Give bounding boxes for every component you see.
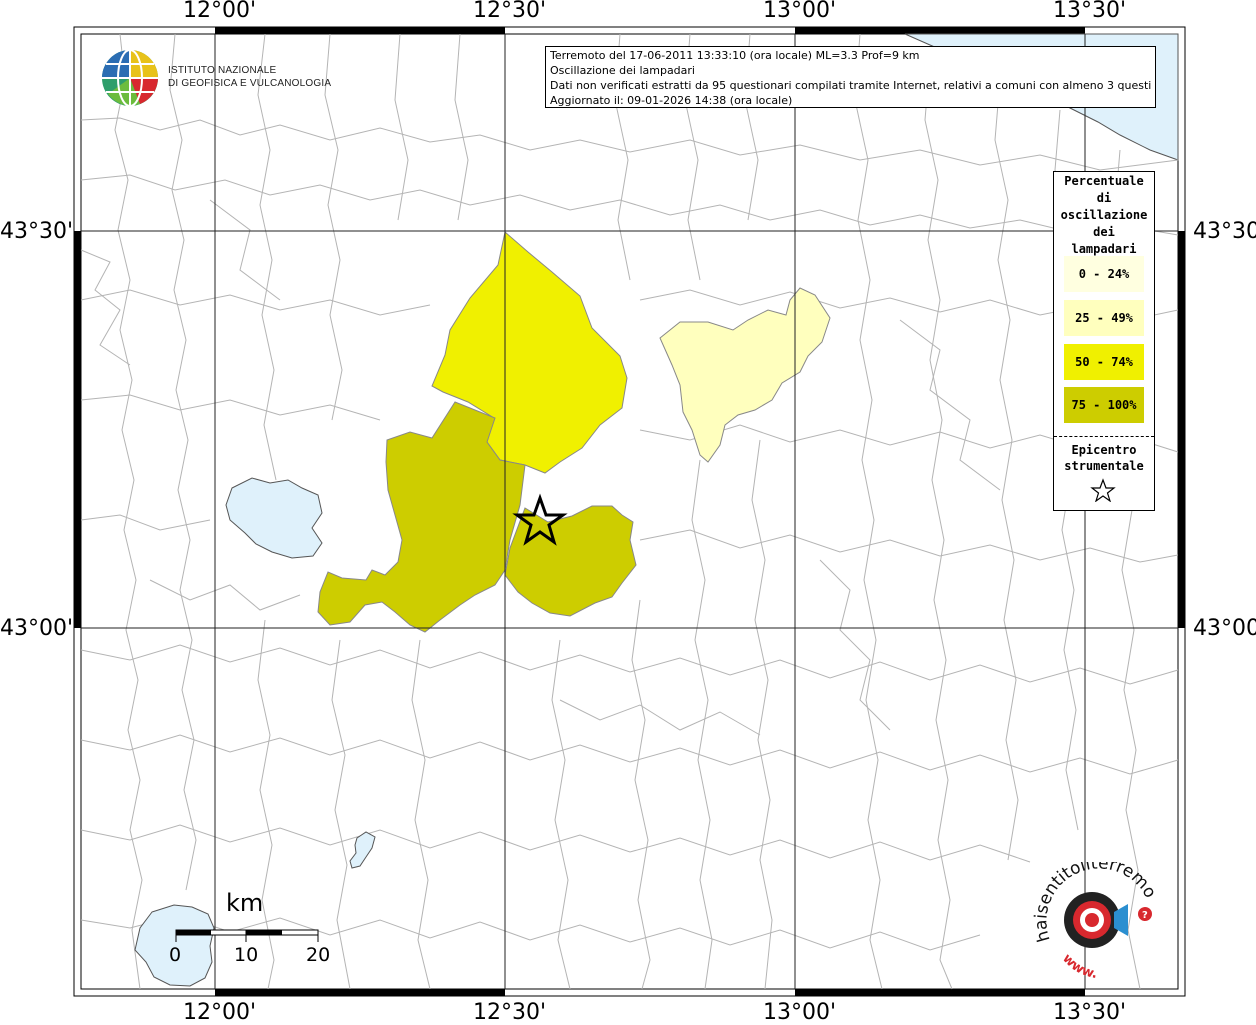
legend-title-line: Percentuale [1064, 174, 1144, 188]
legend-separator [1054, 436, 1154, 437]
site-logo-prefix: www. [1059, 951, 1098, 982]
scale-title: km [226, 889, 264, 917]
legend-class-0-24: 0 - 24% [1064, 256, 1144, 292]
event-info-box: Terremoto del 17-06-2011 13:33:10 (ora l… [545, 46, 1156, 108]
scale-label-0: 0 [169, 944, 182, 966]
legend-title-line: di [1096, 191, 1112, 205]
legend-epicenter-line: Epicentro [1071, 443, 1137, 457]
ingv-name-line2: DI GEOFISICA E VULCANOLOGIA [168, 78, 332, 89]
haisentito-logo-icon: haisentitoilterremoto.it www. ? [1030, 862, 1160, 982]
legend: Percentuale di oscillazione dei lampadar… [1053, 171, 1155, 511]
legend-class-50-74: 50 - 74% [1064, 344, 1144, 380]
ingv-name: ISTITUTO NAZIONALE DI GEOFISICA E VULCAN… [168, 64, 331, 90]
legend-class-75-100: 75 - 100% [1064, 387, 1144, 423]
data-note: Dati non verificati estratti da 95 quest… [550, 79, 1151, 92]
legend-title-line: oscillazione [1060, 208, 1148, 222]
scale-label-20: 20 [306, 944, 331, 966]
update-time: Aggiornato il: 09-01-2026 14:38 (ora loc… [550, 94, 793, 107]
svg-text:www.: www. [1059, 951, 1098, 982]
event-header: Terremoto del 17-06-2011 13:33:10 (ora l… [550, 49, 920, 62]
ingv-name-line1: ISTITUTO NAZIONALE [168, 65, 277, 76]
legend-epicenter-label: Epicentro strumentale [1054, 442, 1154, 474]
svg-text:?: ? [1142, 910, 1148, 921]
legend-class-25-49: 25 - 49% [1064, 300, 1144, 336]
legend-star-icon [1090, 478, 1116, 502]
legend-title-line: dei [1093, 225, 1115, 239]
legend-epicenter-line: strumentale [1064, 459, 1144, 473]
ingv-globe-icon [102, 49, 158, 107]
legend-title: Percentuale di oscillazione dei lampadar… [1054, 172, 1154, 258]
map-subject: Oscillazione dei lampadari [550, 64, 695, 77]
scale-label-10: 10 [234, 944, 259, 966]
